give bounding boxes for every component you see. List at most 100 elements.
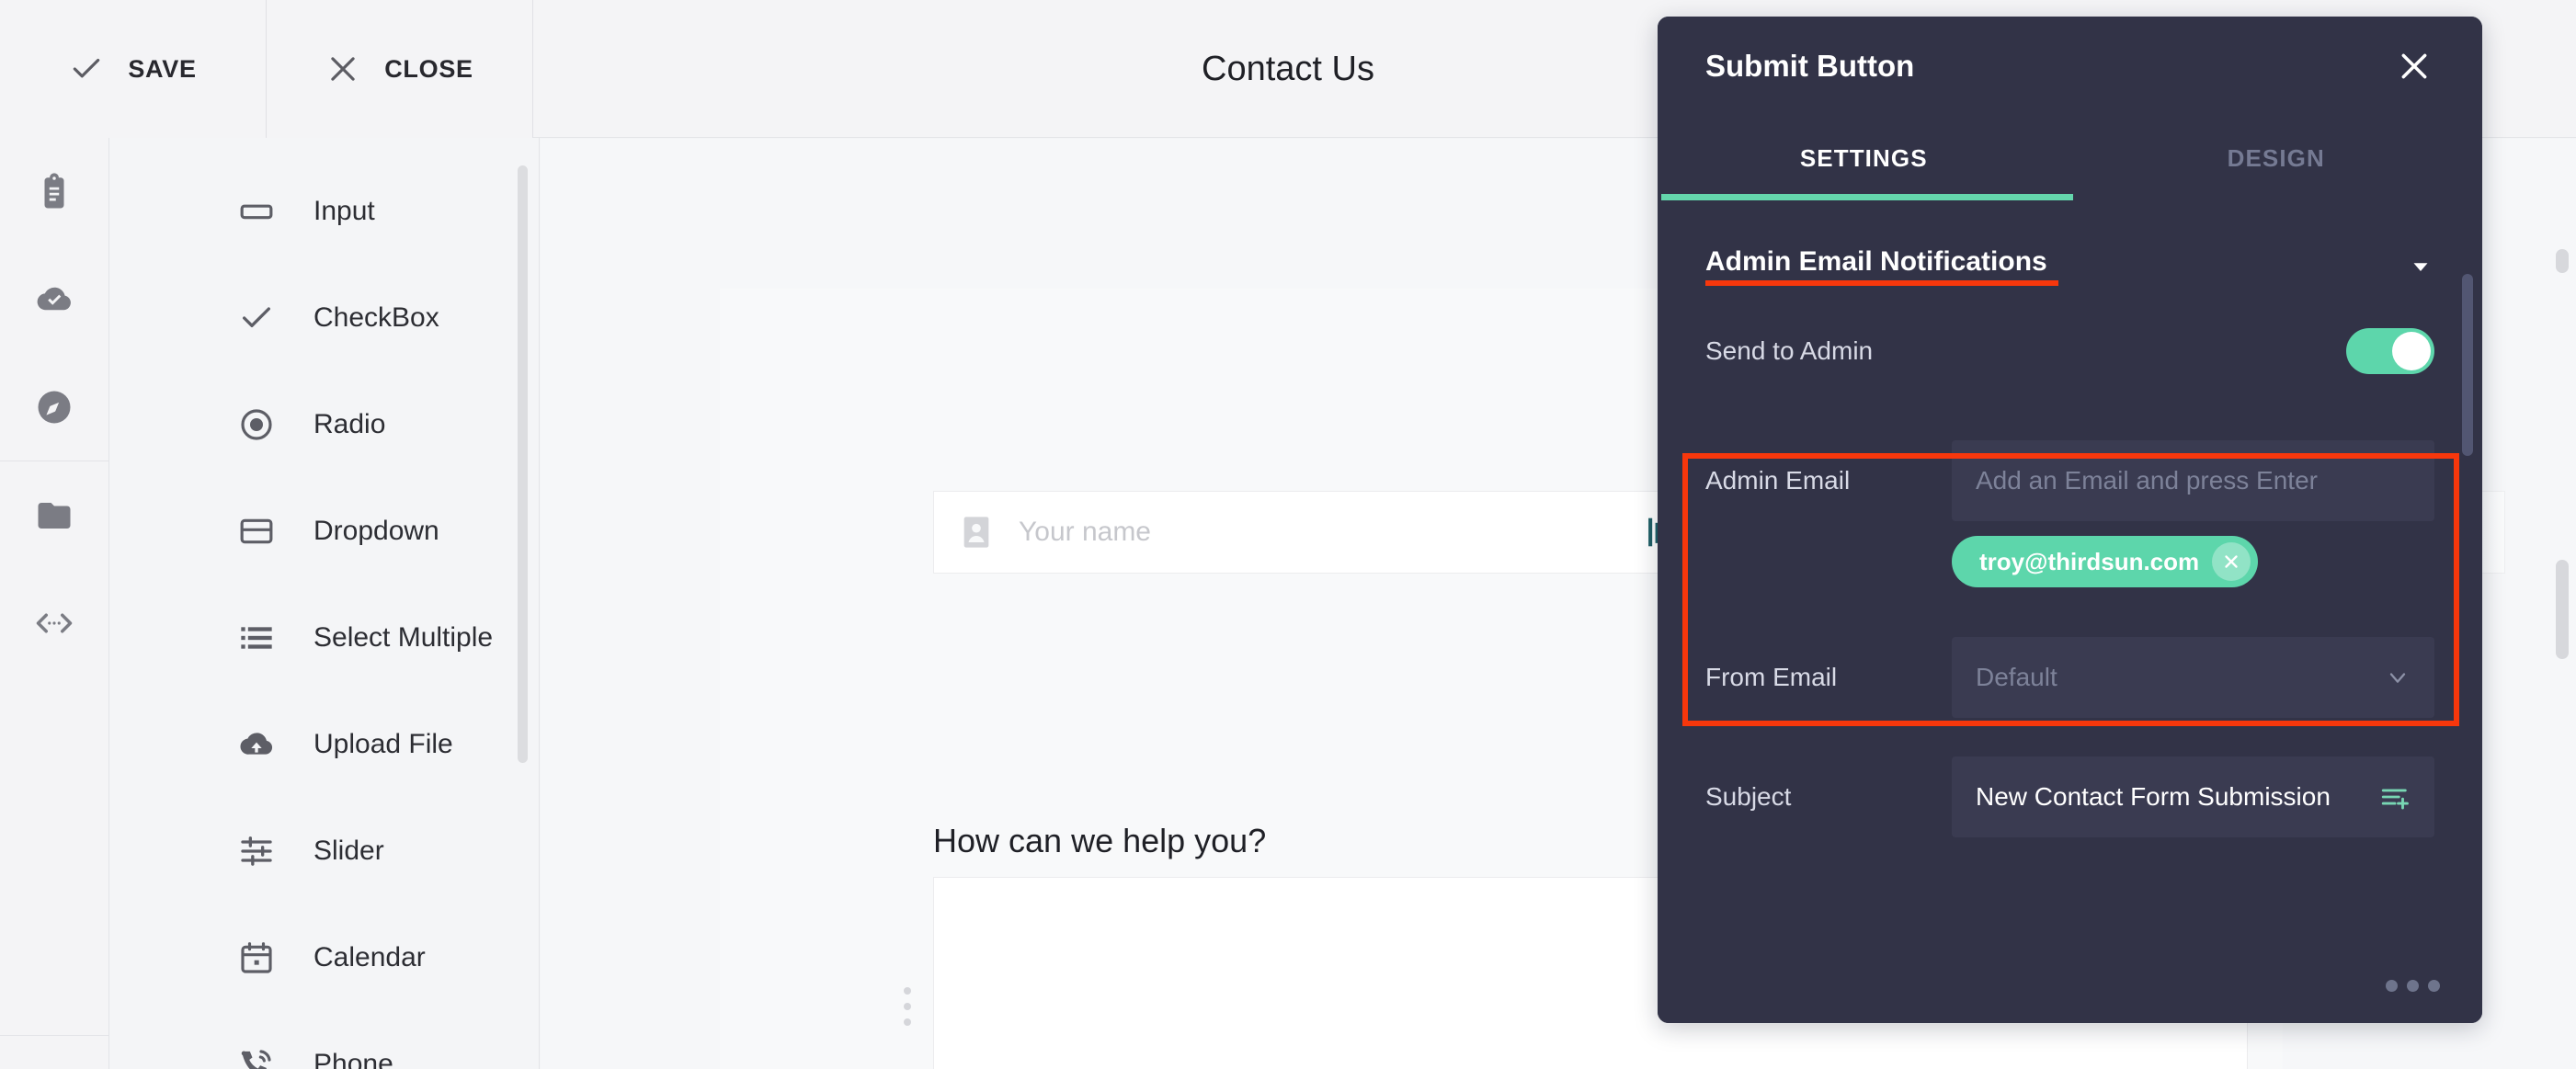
close-icon[interactable] [2392,44,2436,88]
element-item-radio[interactable]: Radio [110,371,539,478]
active-tab-underline [1661,194,2073,200]
element-item-calendar[interactable]: Calendar [110,904,539,1011]
section-admin-email-notifications[interactable]: Admin Email Notifications [1658,200,2482,286]
send-to-admin-toggle[interactable] [2346,328,2434,374]
element-label: Slider [313,836,384,866]
element-item-select-multiple[interactable]: Select Multiple [110,585,539,691]
section-title: Admin Email Notifications [1705,246,2058,286]
form-builder-app: SAVE CLOSE Contact Us N [0,0,2576,1069]
send-to-admin-label: Send to Admin [1705,336,1874,365]
row-subject: Subject New Contact Form Submission [1658,756,2482,837]
element-label: Radio [313,409,386,439]
tab-settings[interactable]: SETTINGS [1658,116,2070,200]
properties-panel: Submit Button SETTINGS DESIGN Admin Emai… [1658,17,2482,1023]
tab-design[interactable]: DESIGN [2070,116,2483,200]
rail-item-embed[interactable] [0,569,108,677]
clipboard-icon [35,172,74,211]
save-button-label: SAVE [128,54,197,83]
admin-email-chips: troy@thirdsun.com [1658,536,2482,587]
cloud-upload-icon [238,726,275,763]
close-x-icon [325,51,360,86]
folder-icon [35,496,74,535]
element-label: Dropdown [313,516,439,546]
row-admin-email: Admin Email Add an Email and press Enter [1658,440,2482,521]
user-avatar-icon [958,514,995,551]
subject-label: Subject [1705,782,1792,811]
calendar-icon [238,939,275,976]
rail-group-primary [0,138,108,461]
admin-email-input[interactable]: Add an Email and press Enter [1952,440,2434,521]
check-icon [69,51,104,86]
properties-panel-scrollbar[interactable] [2462,274,2473,456]
chevron-down-icon [2385,665,2411,690]
email-chip[interactable]: troy@thirdsun.com [1952,536,2259,587]
more-dot [2428,980,2440,992]
input-box-icon [238,193,275,230]
question-label: How can we help you? [933,822,1267,859]
remove-chip-icon[interactable] [2212,542,2251,581]
properties-panel-header: Submit Button [1658,17,2482,116]
element-item-upload-file[interactable]: Upload File [110,691,539,798]
subject-value: New Contact Form Submission [1976,782,2331,811]
name-input-field[interactable]: Your name [933,491,1694,574]
drag-dot [904,1003,911,1010]
properties-panel-inner: Submit Button SETTINGS DESIGN Admin Emai… [1658,17,2482,1023]
element-label: CheckBox [313,302,439,333]
insert-variable-icon[interactable] [2379,781,2411,813]
from-email-select[interactable]: Default [1952,637,2434,718]
elements-list: Input CheckBox Radio Dropdown Select Mul… [110,138,539,1069]
drag-dot [904,1018,911,1026]
left-icon-rail [0,138,109,1069]
more-dot [2386,980,2398,992]
admin-email-label: Admin Email [1705,466,1851,495]
rail-item-navigate[interactable] [0,353,108,461]
properties-panel-tabs: SETTINGS DESIGN [1658,116,2482,200]
subject-input[interactable]: New Contact Form Submission [1952,756,2434,837]
row-from-email: From Email Default [1658,637,2482,718]
name-input-placeholder: Your name [1019,517,1151,547]
from-email-value: Default [1976,663,2057,691]
compass-icon [35,388,74,426]
canvas-scrollbar[interactable] [2556,560,2569,659]
radio-icon [238,406,275,443]
chip-spacer [1705,536,1952,587]
close-button-label: CLOSE [384,54,473,83]
rail-item-files[interactable] [0,461,108,569]
element-item-slider[interactable]: Slider [110,798,539,904]
element-item-phone[interactable]: Phone [110,1011,539,1069]
elements-list-scrollbar[interactable] [518,165,528,763]
cloud-check-icon [35,280,74,319]
email-chip-label: troy@thirdsun.com [1979,547,2200,575]
sliders-icon [238,833,275,870]
element-label: Upload File [313,729,453,759]
properties-panel-body: Admin Email Notifications Send to Admin … [1658,200,2482,837]
toggle-knob [2392,332,2431,370]
rail-divider [0,1035,109,1036]
element-label: Calendar [313,942,426,972]
chevron-down-icon[interactable] [2407,253,2434,280]
drag-dot [904,987,911,995]
code-icon [35,604,74,643]
close-button[interactable]: CLOSE [267,0,533,138]
more-dot [2407,980,2419,992]
element-item-dropdown[interactable]: Dropdown [110,478,539,585]
phone-icon [238,1046,275,1069]
properties-panel-title: Submit Button [1705,49,1915,83]
rail-item-publish[interactable] [0,245,108,353]
list-icon [238,620,275,656]
save-button[interactable]: SAVE [0,0,267,138]
from-email-label: From Email [1705,663,1838,691]
dropdown-icon [238,513,275,550]
element-item-checkbox[interactable]: CheckBox [110,265,539,371]
textarea-drag-handle[interactable] [904,987,911,1026]
check-icon [238,300,275,336]
more-options-button[interactable] [2386,980,2440,992]
rail-item-form[interactable] [0,138,108,245]
element-item-input[interactable]: Input [110,158,539,265]
element-label: Phone [313,1049,393,1069]
canvas-scroll-top[interactable] [2556,249,2569,273]
element-label: Select Multiple [313,622,494,653]
